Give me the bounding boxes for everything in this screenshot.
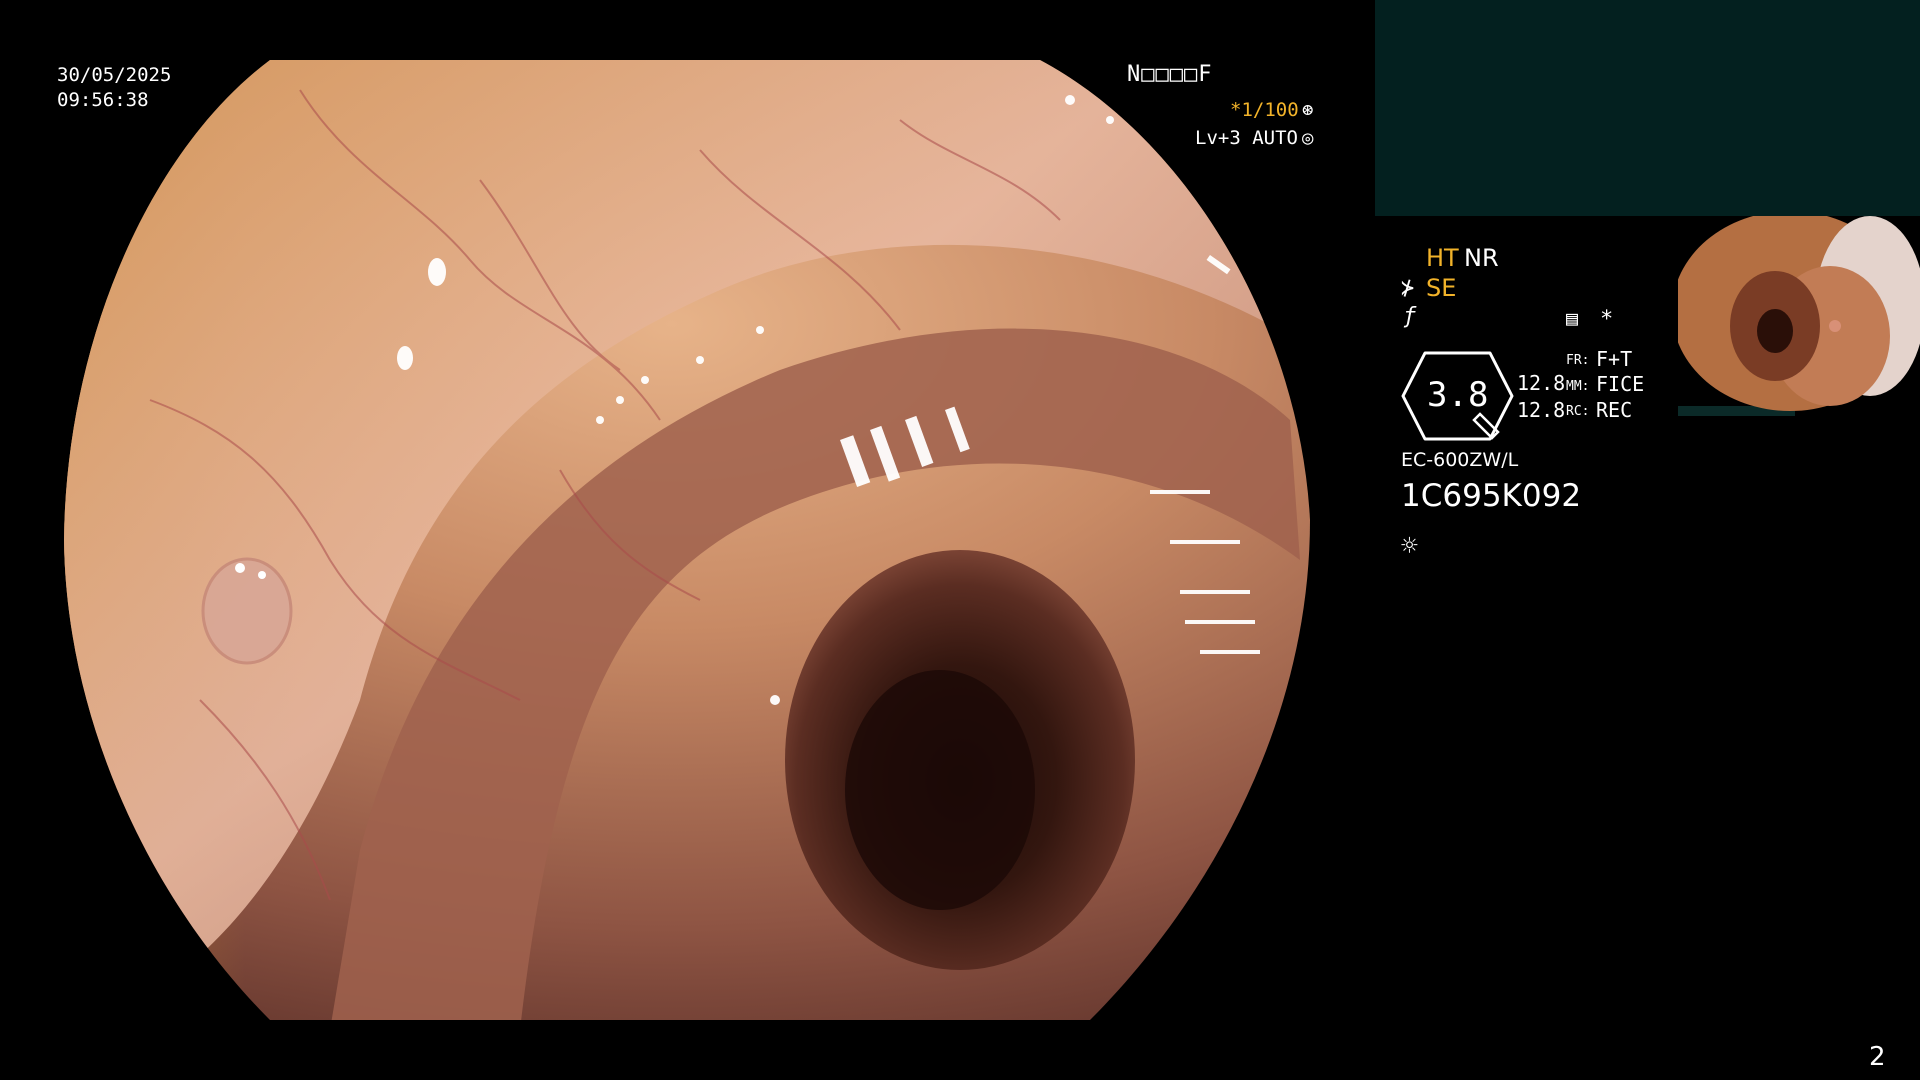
scope-model: EC-600ZW/L xyxy=(1401,449,1519,471)
mm-label: MM: xyxy=(1566,379,1590,394)
device-code: N□□□□F xyxy=(1127,62,1213,87)
magnification-value: 3.8 xyxy=(1427,375,1489,415)
shutter-speed: *1/100 xyxy=(1230,99,1299,121)
level-label: Lv+3 AUTO xyxy=(1195,127,1298,149)
fr-label: FR: xyxy=(1566,353,1590,368)
value-1: 12.8 xyxy=(1517,371,1566,395)
page-number: 2 xyxy=(1869,1042,1886,1072)
value-2: 12.8 xyxy=(1517,398,1566,422)
struck-f-icon: ƒ xyxy=(1403,304,1417,329)
brightness-icon: ☼ xyxy=(1401,529,1418,562)
nr-indicator: NR xyxy=(1464,244,1499,272)
target-icon: ◎ xyxy=(1302,127,1314,149)
scope-tip-icon: ⊁ xyxy=(1401,276,1415,301)
mm-value: FICE xyxy=(1596,372,1645,396)
secondary-display xyxy=(1375,0,1920,216)
se-indicator: SE xyxy=(1426,274,1457,302)
thumbnail-image xyxy=(1670,216,1920,416)
fr-value: F+T xyxy=(1596,347,1633,371)
rc-label: RC: xyxy=(1566,404,1590,419)
aperture-icon: ⊛ xyxy=(1302,99,1314,121)
date-label: 30/05/2025 xyxy=(57,64,172,86)
star-marker: * xyxy=(1600,307,1614,332)
ht-indicator: HT xyxy=(1426,244,1459,272)
document-icon: ▤ xyxy=(1566,306,1579,330)
scope-serial: 1C695K092 xyxy=(1401,478,1582,514)
rc-value: REC xyxy=(1596,398,1633,422)
time-label: 09:56:38 xyxy=(57,89,149,111)
